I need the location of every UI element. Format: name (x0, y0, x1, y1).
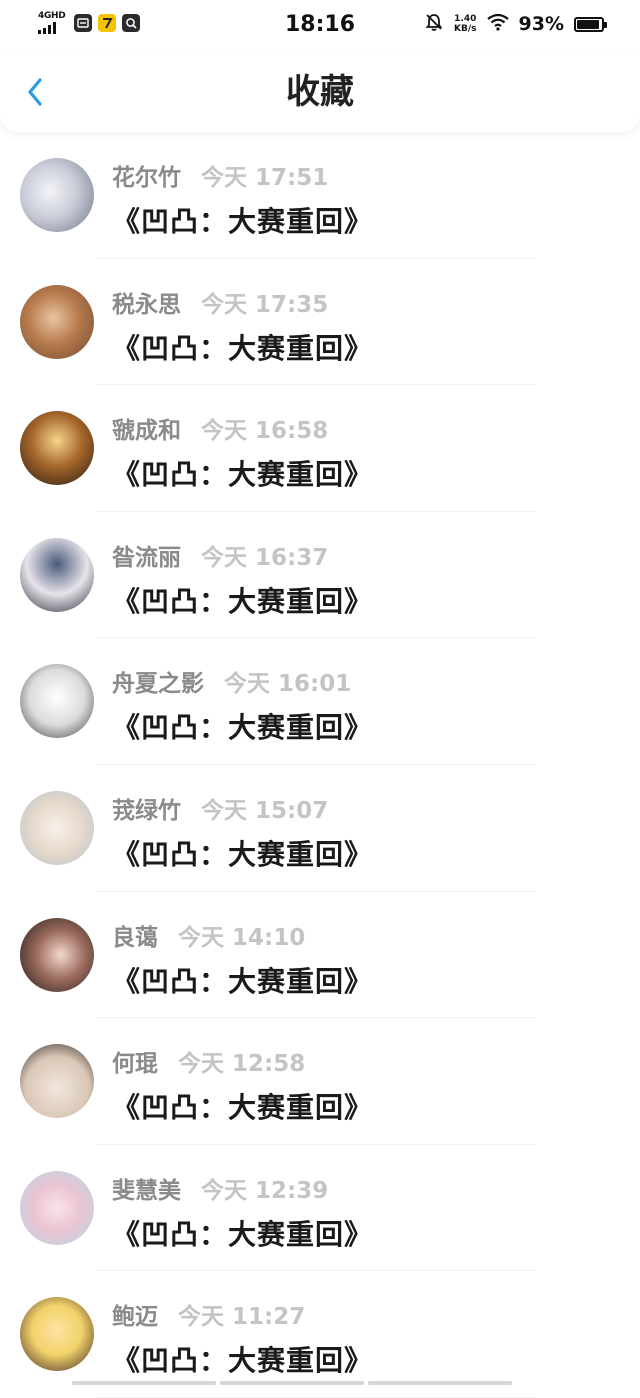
avatar[interactable] (20, 1044, 94, 1119)
avatar[interactable] (20, 664, 94, 739)
item-meta: 何琨 今天 12:58 (112, 1044, 305, 1078)
item-title[interactable]: 《凹凸：大赛重回》 (112, 1213, 373, 1253)
item-title[interactable]: 《凹凸：大赛重回》 (112, 833, 373, 873)
item-meta: 税永思 今天 17:35 (112, 285, 328, 319)
avatar[interactable] (20, 1297, 94, 1372)
list-item[interactable]: 斐慧美 今天 12:39 《凹凸：大赛重回》 (0, 1145, 640, 1272)
user-name[interactable]: 斐慧美 (112, 1171, 181, 1205)
status-bar: 4GHD 18:16 1.40 KB/s 93% (0, 0, 640, 52)
timestamp: 今天 12:58 (178, 1051, 306, 1078)
avatar[interactable] (20, 917, 94, 992)
item-meta: 花尔竹 今天 17:51 (112, 158, 328, 192)
list-item[interactable]: 舟夏之影 今天 16:01 《凹凸：大赛重回》 (0, 638, 640, 765)
item-meta: 鲍迈 今天 11:27 (112, 1297, 305, 1331)
list-item[interactable]: 昝流丽 今天 16:37 《凹凸：大赛重回》 (0, 512, 640, 639)
user-name[interactable]: 虢成和 (112, 411, 181, 445)
avatar[interactable] (20, 158, 94, 232)
timestamp: 今天 16:37 (201, 544, 329, 571)
item-meta: 舟夏之影 今天 16:01 (112, 664, 351, 698)
user-name[interactable]: 茙绿竹 (112, 791, 181, 825)
battery-percent: 93% (518, 13, 564, 35)
list-item[interactable]: 税永思 今天 17:35 《凹凸：大赛重回》 (0, 259, 640, 386)
battery-icon (574, 16, 607, 32)
list-item[interactable]: 良蔼 今天 14:10 《凹凸：大赛重回》 (0, 892, 640, 1019)
list-item[interactable]: 花尔竹 今天 17:51 《凹凸：大赛重回》 (0, 132, 640, 259)
speed-unit: KB/s (454, 24, 477, 34)
item-title[interactable]: 《凹凸：大赛重回》 (112, 453, 373, 493)
timestamp: 今天 17:35 (201, 291, 329, 318)
item-title[interactable]: 《凹凸：大赛重回》 (112, 200, 373, 240)
list-item[interactable]: 何琨 今天 12:58 《凹凸：大赛重回》 (0, 1018, 640, 1145)
item-title[interactable]: 《凹凸：大赛重回》 (112, 1339, 373, 1379)
item-title[interactable]: 《凹凸：大赛重回》 (112, 960, 373, 1000)
avatar[interactable] (20, 790, 94, 865)
avatar[interactable] (20, 537, 94, 612)
list-item[interactable]: 鲍迈 今天 11:27 《凹凸：大赛重回》 (0, 1271, 640, 1398)
item-title[interactable]: 《凹凸：大赛重回》 (112, 327, 373, 367)
timestamp: 今天 11:27 (178, 1304, 306, 1331)
user-name[interactable]: 昝流丽 (112, 538, 181, 572)
speed-value: 1.40 (454, 14, 477, 24)
item-meta: 良蔼 今天 14:10 (112, 918, 305, 952)
item-title[interactable]: 《凹凸：大赛重回》 (112, 580, 373, 620)
item-meta: 昝流丽 今天 16:37 (112, 538, 328, 572)
avatar[interactable] (20, 411, 94, 486)
timestamp: 今天 14:10 (178, 924, 306, 951)
user-name[interactable]: 鲍迈 (112, 1297, 158, 1331)
status-right: 1.40 KB/s 93% (424, 12, 607, 36)
user-name[interactable]: 舟夏之影 (112, 664, 204, 698)
item-title[interactable]: 《凹凸：大赛重回》 (112, 706, 373, 746)
item-meta: 茙绿竹 今天 15:07 (112, 791, 328, 825)
timestamp: 今天 15:07 (201, 797, 329, 824)
wifi-icon (486, 13, 509, 35)
network-speed: 1.40 KB/s (454, 14, 476, 34)
avatar[interactable] (20, 284, 94, 359)
timestamp: 今天 16:01 (224, 671, 352, 698)
user-name[interactable]: 良蔼 (112, 918, 158, 952)
page-title: 收藏 (286, 72, 354, 112)
nav-bar: 收藏 (0, 52, 640, 132)
timestamp: 今天 12:39 (201, 1177, 329, 1204)
item-meta: 斐慧美 今天 12:39 (112, 1171, 328, 1205)
timestamp: 今天 17:51 (201, 165, 329, 191)
avatar[interactable] (20, 1170, 94, 1245)
favorites-list: 花尔竹 今天 17:51 《凹凸：大赛重回》 税永思 今天 17:35 《凹凸：大赛重回》… (0, 132, 640, 1398)
user-name[interactable]: 何琨 (112, 1044, 158, 1078)
user-name[interactable]: 花尔竹 (112, 158, 181, 192)
item-title[interactable]: 《凹凸：大赛重回》 (112, 1086, 373, 1126)
user-name[interactable]: 税永思 (112, 285, 181, 319)
list-item[interactable]: 茙绿竹 今天 15:07 《凹凸：大赛重回》 (0, 765, 640, 892)
mute-bell-icon (424, 12, 444, 36)
list-item[interactable]: 虢成和 今天 16:58 《凹凸：大赛重回》 (0, 385, 640, 512)
item-meta: 虢成和 今天 16:58 (112, 411, 328, 445)
home-indicator (72, 1381, 512, 1385)
timestamp: 今天 16:58 (201, 418, 329, 445)
